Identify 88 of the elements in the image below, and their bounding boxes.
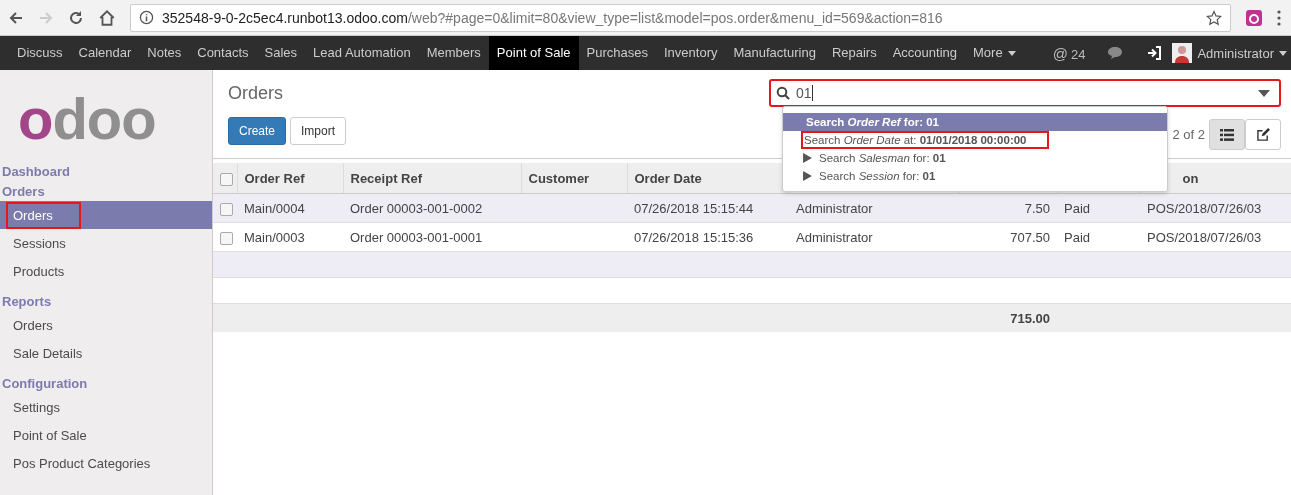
table-cell: Administrator: [796, 229, 873, 245]
sidebar-item[interactable]: Orders: [0, 311, 212, 339]
sidebar-item[interactable]: Pos Product Categories: [0, 449, 212, 477]
table-cell: 07/26/2018 15:15:36: [634, 229, 754, 245]
total-amount: 715.00: [1010, 310, 1050, 326]
row-checkbox[interactable]: [220, 202, 233, 216]
address-bar[interactable]: 352548-9-0-2c5ec4.runbot13.odoo.com/web?#page=0&limit=80&view_type=list&model=pos.order&menu_id=569&action=816: [130, 3, 1231, 32]
sidebar-item-label: Products: [12, 262, 66, 281]
table-cell: POS/2018/07/26/03: [1147, 229, 1262, 245]
more-menu[interactable]: More: [965, 36, 1024, 70]
suggestion-text: Search Session for: 01: [818, 169, 937, 184]
search-icon: [776, 86, 790, 100]
sidebar-item-label: Pos Product Categories: [12, 454, 152, 473]
row-checkbox[interactable]: [220, 231, 233, 245]
user-menu[interactable]: Administrator: [1172, 43, 1287, 63]
app-menu-item[interactable]: Discuss: [9, 36, 71, 70]
table-cell: Paid: [1064, 229, 1091, 245]
list-view-button[interactable]: [1209, 119, 1245, 150]
app-menu-item[interactable]: Point of Sale: [488, 36, 579, 70]
list-icon: [1220, 128, 1234, 141]
sidebar-item-label: Settings: [12, 398, 61, 417]
sign-in-icon[interactable]: [1147, 46, 1162, 60]
sidebar-item[interactable]: Settings: [0, 393, 212, 421]
table-cell: Main/0004: [244, 200, 305, 216]
app-menu-item[interactable]: Repairs: [823, 36, 885, 70]
sidebar-item[interactable]: Products: [0, 257, 212, 285]
suggestion-text: Search Salesman for: 01: [818, 151, 947, 166]
table-cell: POS/2018/07/26/03: [1147, 200, 1262, 216]
app-menu-item[interactable]: Purchases: [578, 36, 656, 70]
expand-icon[interactable]: [803, 153, 812, 163]
sidebar-item-label: Orders: [6, 201, 81, 229]
expand-icon[interactable]: [803, 171, 812, 181]
sidebar-item-label: Orders: [12, 316, 54, 335]
extension-icon[interactable]: [1245, 8, 1263, 27]
section-heading: Reports: [1, 293, 53, 311]
import-button[interactable]: Import: [290, 117, 347, 145]
sidebar-item[interactable]: Orders: [0, 201, 212, 229]
app-menu-item[interactable]: Sales: [256, 36, 306, 70]
back-icon[interactable]: [8, 9, 24, 26]
table-cell: 707.50: [1010, 229, 1050, 245]
section-heading: Orders: [1, 183, 46, 201]
table-cell: 07/26/2018 15:15:44: [634, 200, 754, 216]
reload-icon[interactable]: [68, 9, 84, 26]
avatar-icon: [1172, 43, 1193, 63]
select-all-checkbox[interactable]: [220, 172, 233, 186]
app-menu-item[interactable]: Manufacturing: [725, 36, 824, 70]
app-menu-item[interactable]: Members: [418, 36, 489, 70]
menu-icon[interactable]: [1277, 9, 1281, 26]
info-icon[interactable]: [139, 10, 154, 25]
table-cell: Administrator: [796, 200, 873, 216]
app-menu-item[interactable]: Notes: [139, 36, 190, 70]
app-menu-item[interactable]: Calendar: [70, 36, 140, 70]
url-text: 352548-9-0-2c5ec4.runbot13.odoo.com/web?#page=0&limit=80&view_type=list&model=pos.order&menu_id=569&action=816: [162, 9, 944, 26]
suggestion-text: Search Order Ref for: 01: [805, 115, 940, 130]
sidebar-item-label: Sale Details: [12, 344, 84, 363]
caret-icon: [1279, 50, 1287, 56]
table-cell: Main/0003: [244, 229, 305, 245]
sidebar-item-label: Sessions: [12, 234, 67, 253]
app-menu-item[interactable]: Accounting: [884, 36, 965, 70]
dropdown-caret-icon[interactable]: [1258, 89, 1270, 97]
table-cell: Order 00003-001-0001: [350, 229, 483, 245]
suggestion-text: Search Order Date at: 01/01/2018 00:00:00: [801, 131, 1049, 149]
search-suggestion[interactable]: Search Order Date at: 01/01/2018 00:00:00: [783, 131, 1167, 149]
sidebar-item[interactable]: Sale Details: [0, 339, 212, 367]
table-cell: Order 00003-001-0002: [350, 200, 483, 216]
sidebar-item[interactable]: Sessions: [0, 229, 212, 257]
mentions-counter[interactable]: @ 24: [1052, 44, 1086, 62]
pager-text: 2 of 2: [1172, 127, 1205, 142]
create-button[interactable]: Create: [228, 117, 287, 145]
search-suggestion[interactable]: Search Salesman for: 01: [783, 149, 1167, 167]
search-suggestion[interactable]: Search Session for: 01: [783, 167, 1167, 185]
search-suggestion[interactable]: Search Order Ref for: 01: [783, 113, 1167, 131]
sidebar-item[interactable]: Point of Sale: [0, 421, 212, 449]
table-cell: 7.50: [1024, 200, 1050, 216]
home-icon[interactable]: [98, 8, 116, 27]
app-menu-item[interactable]: Inventory: [656, 36, 726, 70]
edit-icon: [1256, 128, 1270, 141]
caret-icon: [1007, 50, 1016, 56]
form-view-button[interactable]: [1245, 119, 1281, 150]
sidebar-item-label: Point of Sale: [12, 426, 88, 445]
star-icon[interactable]: [1206, 9, 1222, 26]
column-header[interactable]: on: [1182, 170, 1199, 186]
app-menu-item[interactable]: Lead Automation: [305, 36, 419, 70]
breadcrumb: Orders: [228, 82, 284, 105]
section-heading: Configuration: [1, 375, 89, 393]
search-field[interactable]: 01: [769, 79, 1281, 107]
table-cell: Paid: [1064, 200, 1091, 216]
app-menu-item[interactable]: Contacts: [189, 36, 257, 70]
